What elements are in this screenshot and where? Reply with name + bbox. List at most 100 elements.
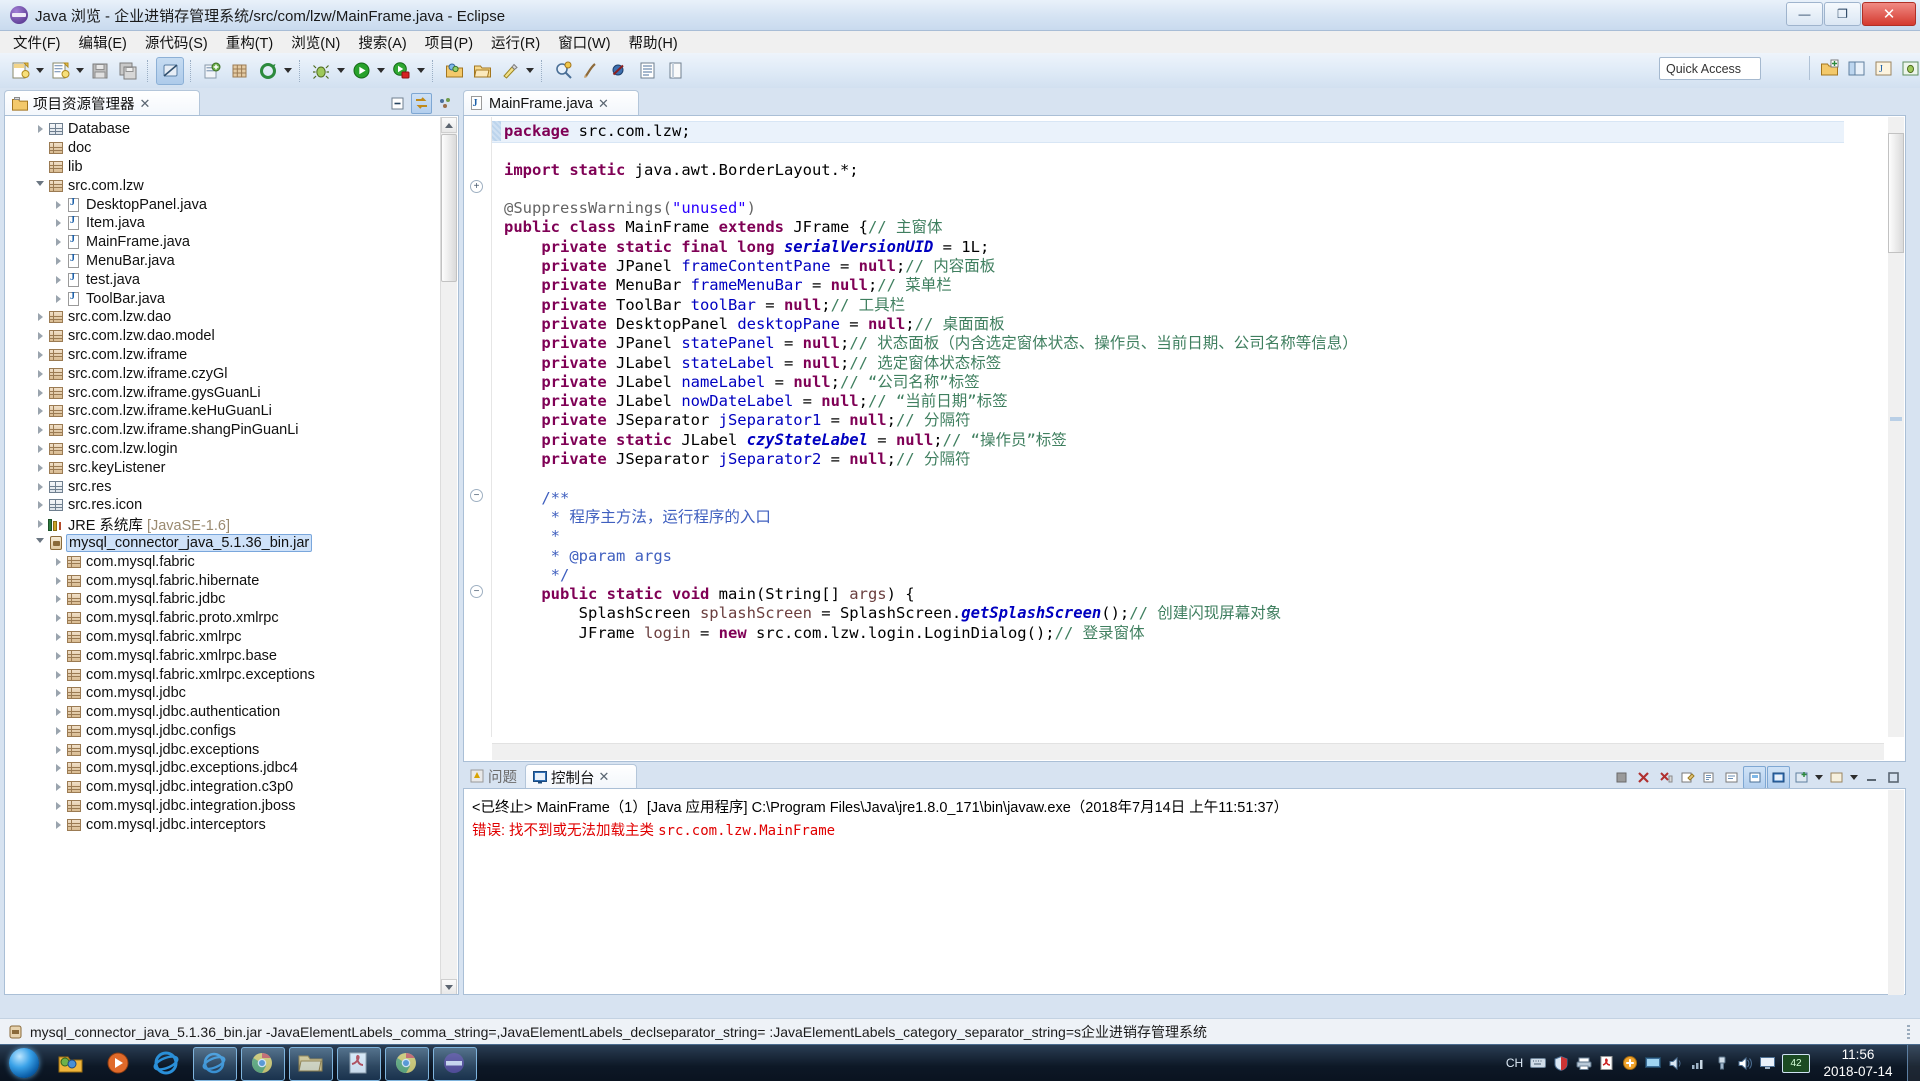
tree-item[interactable]: src.com.lzw.iframe.shangPinGuanLi xyxy=(5,421,435,440)
twisty-closed-icon[interactable] xyxy=(51,726,65,735)
open-console-button[interactable] xyxy=(1791,767,1812,788)
taskbar-item-explorer[interactable] xyxy=(46,1046,94,1080)
twisty-open-icon[interactable] xyxy=(33,538,47,547)
taskbar-window-chrome[interactable] xyxy=(238,1046,286,1081)
tree-item[interactable]: ToolBar.java xyxy=(5,289,435,308)
twisty-closed-icon[interactable] xyxy=(51,820,65,829)
twisty-closed-icon[interactable] xyxy=(51,764,65,773)
open-task-button[interactable] xyxy=(469,58,495,84)
tree-item[interactable]: com.mysql.jdbc.integration.c3p0 xyxy=(5,778,435,797)
debug-dropdown[interactable] xyxy=(335,59,347,83)
console-scrollbar[interactable] xyxy=(1888,790,1904,995)
tree-item[interactable]: test.java xyxy=(5,270,435,289)
tree-item[interactable]: com.mysql.jdbc.exceptions.jdbc4 xyxy=(5,759,435,778)
twisty-closed-icon[interactable] xyxy=(51,670,65,679)
search-button[interactable] xyxy=(550,58,576,84)
external-tools-button[interactable] xyxy=(497,58,523,84)
twisty-closed-icon[interactable] xyxy=(51,651,65,660)
run-coverage-button[interactable] xyxy=(388,58,414,84)
twisty-closed-icon[interactable] xyxy=(51,783,65,792)
tree-item[interactable]: doc xyxy=(5,139,435,158)
new-package-button[interactable] xyxy=(227,58,253,84)
terminate-button[interactable] xyxy=(1611,767,1632,788)
twisty-closed-icon[interactable] xyxy=(33,332,47,341)
project-explorer-scrollbar[interactable] xyxy=(440,117,457,994)
open-console-dropdown[interactable] xyxy=(1813,765,1825,789)
collapse-all-icon[interactable] xyxy=(388,94,407,113)
run-dropdown[interactable] xyxy=(375,59,387,83)
skip-breakpoints-button[interactable] xyxy=(606,58,632,84)
tree-item[interactable]: src.com.lzw.dao xyxy=(5,308,435,327)
run-button[interactable] xyxy=(348,58,374,84)
scroll-up-button[interactable] xyxy=(441,117,457,133)
tree-item[interactable]: com.mysql.jdbc xyxy=(5,684,435,703)
tree-item[interactable]: DesktopPanel.java xyxy=(5,195,435,214)
twisty-closed-icon[interactable] xyxy=(51,238,65,247)
twisty-closed-icon[interactable] xyxy=(33,125,47,134)
tree-item[interactable]: com.mysql.jdbc.integration.jboss xyxy=(5,797,435,816)
scroll-down-button[interactable] xyxy=(441,979,457,994)
twisty-closed-icon[interactable] xyxy=(51,708,65,717)
twisty-closed-icon[interactable] xyxy=(51,745,65,754)
twisty-closed-icon[interactable] xyxy=(33,501,47,510)
shield-icon[interactable] xyxy=(1549,1048,1572,1078)
tree-item[interactable]: com.mysql.fabric.proto.xmlrpc xyxy=(5,609,435,628)
annotate-button[interactable] xyxy=(578,58,604,84)
perspective-java-button[interactable]: J xyxy=(1871,56,1895,80)
fold-expand-import-icon[interactable]: + xyxy=(470,180,483,193)
tree-item[interactable]: com.mysql.jdbc.exceptions xyxy=(5,740,435,759)
maximize-button[interactable]: ❐ xyxy=(1824,2,1861,26)
usb-icon[interactable] xyxy=(1710,1048,1733,1078)
tree-item[interactable]: com.mysql.fabric.xmlrpc.base xyxy=(5,646,435,665)
taskbar-item-media-player[interactable] xyxy=(94,1046,142,1080)
plus-tray-icon[interactable] xyxy=(1618,1048,1641,1078)
tray-ime-indicator[interactable]: CH xyxy=(1503,1048,1526,1078)
menu-window[interactable]: 窗口(W) xyxy=(549,30,619,55)
scroll-thumb[interactable] xyxy=(441,134,457,282)
menu-help[interactable]: 帮助(H) xyxy=(620,30,687,55)
remove-all-terminated-button[interactable] xyxy=(1655,767,1676,788)
taskbar-window-chrome-2[interactable] xyxy=(382,1046,430,1081)
overview-marker[interactable] xyxy=(1890,417,1902,421)
close-icon[interactable]: ✕ xyxy=(140,96,151,112)
monitor-icon[interactable] xyxy=(1641,1048,1664,1078)
perspective-java-browsing-button[interactable] xyxy=(1844,56,1868,80)
close-button[interactable]: ✕ xyxy=(1862,2,1916,26)
console-body[interactable]: <已终止> MainFrame（1）[Java 应用程序] C:\Program… xyxy=(463,788,1906,995)
new-java-class-button[interactable] xyxy=(47,58,73,84)
tree-item[interactable]: MenuBar.java xyxy=(5,252,435,271)
twisty-closed-icon[interactable] xyxy=(33,388,47,397)
menu-navigate[interactable]: 浏览(N) xyxy=(282,30,349,55)
tree-item[interactable]: com.mysql.jdbc.configs xyxy=(5,722,435,741)
twisty-closed-icon[interactable] xyxy=(51,294,65,303)
tree-item[interactable]: mysql_connector_java_5.1.36_bin.jar xyxy=(5,533,435,553)
outline-button[interactable] xyxy=(634,58,660,84)
tree-item[interactable]: lib xyxy=(5,158,435,177)
menu-edit[interactable]: 编辑(E) xyxy=(70,30,136,55)
twisty-closed-icon[interactable] xyxy=(33,444,47,453)
open-resource-button[interactable] xyxy=(441,58,467,84)
close-icon[interactable]: ✕ xyxy=(599,769,610,785)
open-type-dropdown[interactable] xyxy=(282,59,294,83)
twisty-closed-icon[interactable] xyxy=(33,313,47,322)
sound-tray-icon[interactable] xyxy=(1664,1048,1687,1078)
tree-item[interactable]: com.mysql.fabric.xmlrpc xyxy=(5,628,435,647)
fold-collapse-javadoc-icon[interactable]: − xyxy=(470,489,483,502)
menu-refactor[interactable]: 重构(T) xyxy=(217,30,283,55)
tree-item[interactable]: com.mysql.fabric xyxy=(5,552,435,571)
tree-item[interactable]: com.mysql.fabric.jdbc xyxy=(5,590,435,609)
tab-problems[interactable]: 问题 xyxy=(463,764,524,788)
menu-project[interactable]: 项目(P) xyxy=(416,30,482,55)
taskbar-window-eclipse[interactable] xyxy=(430,1046,478,1081)
editor-horizontal-scrollbar[interactable] xyxy=(492,743,1884,760)
network-icon[interactable] xyxy=(1687,1048,1710,1078)
twisty-closed-icon[interactable] xyxy=(51,632,65,641)
volume-icon[interactable] xyxy=(1733,1048,1756,1078)
toggle-mark-occurrences-button[interactable] xyxy=(156,56,184,85)
minimize-button[interactable]: — xyxy=(1786,2,1823,26)
perspective-debug-button[interactable] xyxy=(1898,56,1920,80)
tree-item[interactable]: src.keyListener xyxy=(5,458,435,477)
keyboard-icon[interactable] xyxy=(1526,1048,1549,1078)
clear-console-button[interactable] xyxy=(1677,767,1698,788)
twisty-closed-icon[interactable] xyxy=(33,426,47,435)
